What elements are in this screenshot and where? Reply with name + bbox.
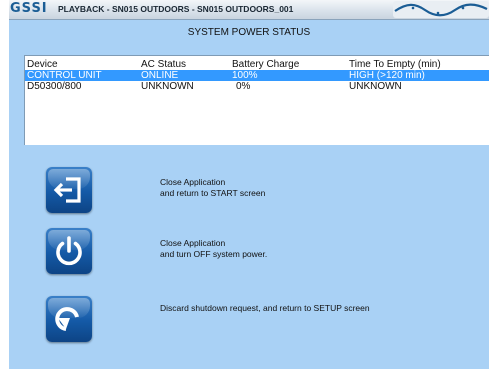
discard-shutdown-description: Discard shutdown request, and return to … bbox=[160, 303, 370, 314]
discard-shutdown-button[interactable] bbox=[46, 296, 92, 342]
table-cell: D50300/800 bbox=[27, 81, 82, 92]
power-icon bbox=[56, 236, 82, 266]
power-off-button[interactable] bbox=[46, 228, 92, 274]
table-cell: ONLINE bbox=[141, 70, 179, 81]
column-header: Device bbox=[27, 59, 58, 70]
close-to-start-button[interactable] bbox=[46, 167, 92, 213]
title-bar: GSSI PLAYBACK - SN015 OUTDOORS - SN015 O… bbox=[9, 0, 489, 20]
column-header: Time To Empty (min) bbox=[349, 59, 441, 70]
table-cell: UNKNOWN bbox=[141, 81, 194, 92]
column-header: Battery Charge bbox=[232, 59, 300, 70]
description-line: and return to START screen bbox=[160, 188, 266, 198]
wave-logo-icon bbox=[393, 1, 489, 18]
gssi-logo: GSSI bbox=[10, 1, 48, 16]
table-cell: 100% bbox=[232, 70, 258, 81]
window-title: PLAYBACK - SN015 OUTDOORS - SN015 OUTDOO… bbox=[58, 4, 294, 14]
table-row[interactable]: D50300/800 UNKNOWN 0% UNKNOWN bbox=[25, 81, 489, 92]
table-cell: HIGH (>120 min) bbox=[349, 70, 425, 81]
table-row-selected[interactable]: CONTROL UNIT ONLINE 100% HIGH (>120 min) bbox=[25, 70, 489, 81]
description-line: Close Application bbox=[160, 177, 226, 187]
description-line: Close Application bbox=[160, 238, 226, 248]
table-cell: 0% bbox=[236, 81, 251, 92]
page-title: SYSTEM POWER STATUS bbox=[187, 27, 311, 38]
table-cell: CONTROL UNIT bbox=[27, 70, 102, 81]
column-header: AC Status bbox=[141, 59, 187, 70]
undo-icon bbox=[55, 307, 79, 331]
power-status-window: GSSI PLAYBACK - SN015 OUTDOORS - SN015 O… bbox=[9, 0, 489, 369]
table-cell: UNKNOWN bbox=[349, 81, 402, 92]
power-off-description: Close Application and turn OFF system po… bbox=[160, 238, 267, 260]
close-to-start-description: Close Application and return to START sc… bbox=[160, 177, 265, 199]
power-status-table: Device AC Status Battery Charge Time To … bbox=[24, 55, 489, 145]
description-line: Discard shutdown request, and return to … bbox=[160, 303, 370, 313]
exit-icon bbox=[53, 177, 81, 203]
description-line: and turn OFF system power. bbox=[160, 249, 268, 259]
table-header-row: Device AC Status Battery Charge Time To … bbox=[25, 59, 489, 70]
